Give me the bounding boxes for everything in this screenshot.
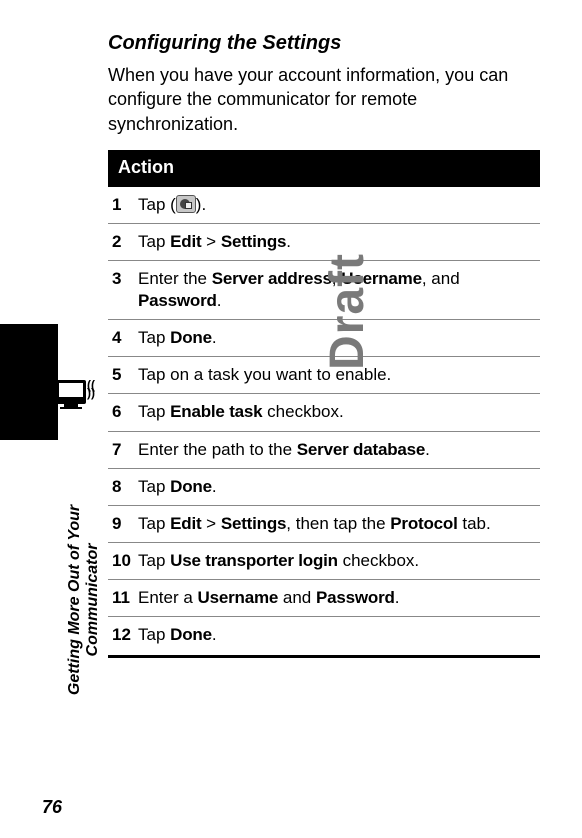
step-number: 6 bbox=[112, 401, 138, 423]
intro-text: When you have your account information, … bbox=[108, 63, 540, 136]
step-number: 10 bbox=[112, 550, 138, 572]
chapter-label: Getting More Out of YourCommunicator bbox=[66, 490, 103, 710]
step-text: Tap Done. bbox=[138, 624, 217, 646]
step-row: 6Tap Enable task checkbox. bbox=[108, 394, 540, 431]
step-number: 9 bbox=[112, 513, 138, 535]
action-header: Action bbox=[108, 150, 540, 185]
step-row: 9Tap Edit > Settings, then tap the Proto… bbox=[108, 506, 540, 543]
computer-sync-icon: (( )) bbox=[56, 376, 102, 422]
step-number: 12 bbox=[112, 624, 138, 646]
step-number: 2 bbox=[112, 231, 138, 253]
step-row: 10Tap Use transporter login checkbox. bbox=[108, 543, 540, 580]
step-text: Tap Enable task checkbox. bbox=[138, 401, 344, 423]
step-text: Tap Edit > Settings. bbox=[138, 231, 291, 253]
step-number: 7 bbox=[112, 439, 138, 461]
step-number: 1 bbox=[112, 194, 138, 216]
step-row: 11Enter a Username and Password. bbox=[108, 580, 540, 617]
step-text: Tap Edit > Settings, then tap the Protoc… bbox=[138, 513, 491, 535]
step-row: 7Enter the path to the Server database. bbox=[108, 432, 540, 469]
step-number: 8 bbox=[112, 476, 138, 498]
step-row: 12Tap Done. bbox=[108, 617, 540, 653]
end-rule bbox=[108, 655, 540, 658]
step-number: 5 bbox=[112, 364, 138, 386]
chapter-tab bbox=[0, 324, 58, 440]
step-number: 11 bbox=[112, 587, 138, 609]
step-row: 8Tap Done. bbox=[108, 469, 540, 506]
step-text: Enter a Username and Password. bbox=[138, 587, 399, 609]
step-text: Tap Done. bbox=[138, 327, 217, 349]
page-number: 76 bbox=[42, 797, 62, 818]
step-row: 1Tap (). bbox=[108, 185, 540, 224]
step-number: 3 bbox=[112, 268, 138, 290]
step-text: Tap Use transporter login checkbox. bbox=[138, 550, 419, 572]
sync-app-icon bbox=[176, 195, 196, 213]
step-text: Tap Done. bbox=[138, 476, 217, 498]
section-title: Configuring the Settings bbox=[108, 32, 540, 55]
step-number: 4 bbox=[112, 327, 138, 349]
step-text: Enter the path to the Server database. bbox=[138, 439, 430, 461]
draft-watermark: Draft bbox=[320, 253, 375, 370]
step-text: Tap (). bbox=[138, 194, 206, 216]
